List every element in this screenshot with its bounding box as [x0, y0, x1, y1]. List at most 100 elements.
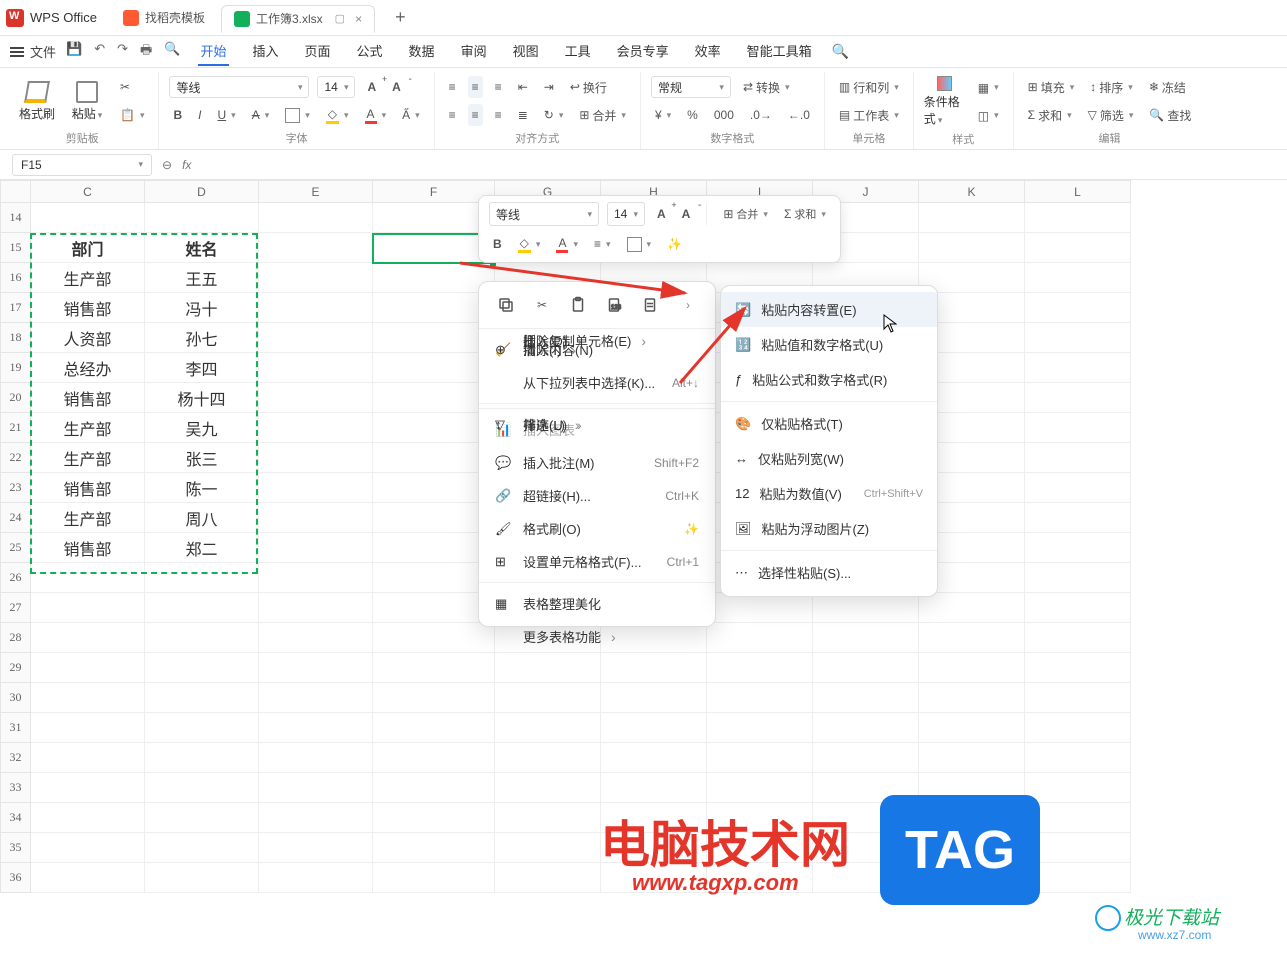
cell-D23[interactable]: 陈一	[145, 473, 259, 503]
align-top-button[interactable]: ≡	[445, 76, 460, 98]
ctx-format-painter[interactable]: 🖌格式刷(O)✨	[479, 512, 715, 545]
align-right-button[interactable]: ≡	[491, 104, 506, 126]
strike-button[interactable]: A▾	[248, 104, 274, 126]
cell-L15[interactable]	[1025, 233, 1131, 263]
cell-C35[interactable]	[31, 833, 145, 863]
cell-C15[interactable]: 部门	[31, 233, 145, 263]
tab-file[interactable]: 工作簿3.xlsx ▢ ×	[221, 5, 375, 33]
cell-C34[interactable]	[31, 803, 145, 833]
ctx-comment[interactable]: 💬插入批注(M)Shift+F2	[479, 446, 715, 479]
cell-D14[interactable]	[145, 203, 259, 233]
cell-H30[interactable]	[601, 683, 707, 713]
cell-F31[interactable]	[373, 713, 495, 743]
qat-undo-icon[interactable]: ↶	[94, 41, 105, 63]
currency-button[interactable]: ¥▾	[651, 104, 675, 126]
cell-F34[interactable]	[373, 803, 495, 833]
cell-C19[interactable]: 总经办	[31, 353, 145, 383]
ctx-cell-format[interactable]: ⊞设置单元格格式(F)...Ctrl+1	[479, 545, 715, 578]
cell-L17[interactable]	[1025, 293, 1131, 323]
cell-K27[interactable]	[919, 593, 1025, 623]
cell-D30[interactable]	[145, 683, 259, 713]
dec-decimal-button[interactable]: ←.0	[784, 104, 814, 126]
cell-H31[interactable]	[601, 713, 707, 743]
ctx-paste-expand-icon[interactable]: ›	[677, 294, 699, 316]
cell-L29[interactable]	[1025, 653, 1131, 683]
cell-E26[interactable]	[259, 563, 373, 593]
cell-D15[interactable]: 姓名	[145, 233, 259, 263]
col-header-E[interactable]: E	[259, 181, 373, 203]
row-header-14[interactable]: 14	[1, 203, 31, 233]
number-format-select[interactable]: 常规▾	[651, 76, 731, 98]
format-painter-button[interactable]: 格式刷	[16, 81, 58, 122]
menu-1[interactable]: 插入	[251, 37, 281, 66]
cell-F17[interactable]	[373, 293, 495, 323]
cell-D33[interactable]	[145, 773, 259, 803]
menu-0[interactable]: 开始	[198, 37, 228, 66]
cell-E28[interactable]	[259, 623, 373, 653]
cell-L19[interactable]	[1025, 353, 1131, 383]
mini-font-select[interactable]: 等线▾	[489, 202, 599, 226]
menu-8[interactable]: 会员专享	[615, 37, 671, 66]
cell-D19[interactable]: 李四	[145, 353, 259, 383]
row-header-29[interactable]: 29	[1, 653, 31, 683]
cell-C16[interactable]: 生产部	[31, 263, 145, 293]
row-header-36[interactable]: 36	[1, 863, 31, 893]
cell-L30[interactable]	[1025, 683, 1131, 713]
cell-I27[interactable]	[707, 593, 813, 623]
font-size-select[interactable]: 14▾	[317, 76, 355, 98]
cell-C17[interactable]: 销售部	[31, 293, 145, 323]
cell-L22[interactable]	[1025, 443, 1131, 473]
align-bottom-button[interactable]: ≡	[491, 76, 506, 98]
cell-L31[interactable]	[1025, 713, 1131, 743]
cell-D29[interactable]	[145, 653, 259, 683]
row-header-19[interactable]: 19	[1, 353, 31, 383]
cell-F29[interactable]	[373, 653, 495, 683]
cell-E33[interactable]	[259, 773, 373, 803]
cell-D17[interactable]: 冯十	[145, 293, 259, 323]
cell-I30[interactable]	[707, 683, 813, 713]
search-icon[interactable]: 🔍	[832, 43, 849, 60]
cell-C23[interactable]: 销售部	[31, 473, 145, 503]
cell-E21[interactable]	[259, 413, 373, 443]
cell-D24[interactable]: 周八	[145, 503, 259, 533]
cell-I32[interactable]	[707, 743, 813, 773]
row-header-34[interactable]: 34	[1, 803, 31, 833]
cell-C20[interactable]: 销售部	[31, 383, 145, 413]
ctx-cut-icon[interactable]: ✂	[531, 294, 553, 316]
sum-button[interactable]: Σ 求和▾	[1024, 104, 1076, 126]
mini-align[interactable]: ≡▾	[590, 232, 615, 256]
ctx-paste-format-icon[interactable]	[639, 294, 661, 316]
cell-E36[interactable]	[259, 863, 373, 893]
merge-button[interactable]: ⊞ 合并▾	[575, 104, 630, 126]
cell-E31[interactable]	[259, 713, 373, 743]
cell-H32[interactable]	[601, 743, 707, 773]
cell-F14[interactable]	[373, 203, 495, 233]
cell-style-button[interactable]: ◫▾	[974, 105, 1003, 127]
sort-button[interactable]: ↕ 排序▾	[1086, 76, 1137, 98]
cell-J30[interactable]	[813, 683, 919, 713]
row-header-18[interactable]: 18	[1, 323, 31, 353]
cell-C29[interactable]	[31, 653, 145, 683]
row-header-16[interactable]: 16	[1, 263, 31, 293]
cell-C32[interactable]	[31, 743, 145, 773]
sub-formula-num[interactable]: ƒ粘贴公式和数字格式(R)	[721, 362, 937, 397]
file-menu-button[interactable]: 文件	[10, 42, 56, 61]
cell-L28[interactable]	[1025, 623, 1131, 653]
cell-G29[interactable]	[495, 653, 601, 683]
cell-C28[interactable]	[31, 623, 145, 653]
cell-E14[interactable]	[259, 203, 373, 233]
cell-G35[interactable]	[495, 833, 601, 863]
cell-I29[interactable]	[707, 653, 813, 683]
col-header-F[interactable]: F	[373, 181, 495, 203]
mini-font-color[interactable]: A▾	[552, 232, 582, 256]
cell-K30[interactable]	[919, 683, 1025, 713]
cancel-icon[interactable]: ⊖	[162, 158, 172, 172]
cell-L32[interactable]	[1025, 743, 1131, 773]
cell-D26[interactable]	[145, 563, 259, 593]
cell-C27[interactable]	[31, 593, 145, 623]
cell-E18[interactable]	[259, 323, 373, 353]
cell-D22[interactable]: 张三	[145, 443, 259, 473]
align-left-button[interactable]: ≡	[445, 104, 460, 126]
font-name-select[interactable]: 等线▾	[169, 76, 309, 98]
row-header-20[interactable]: 20	[1, 383, 31, 413]
